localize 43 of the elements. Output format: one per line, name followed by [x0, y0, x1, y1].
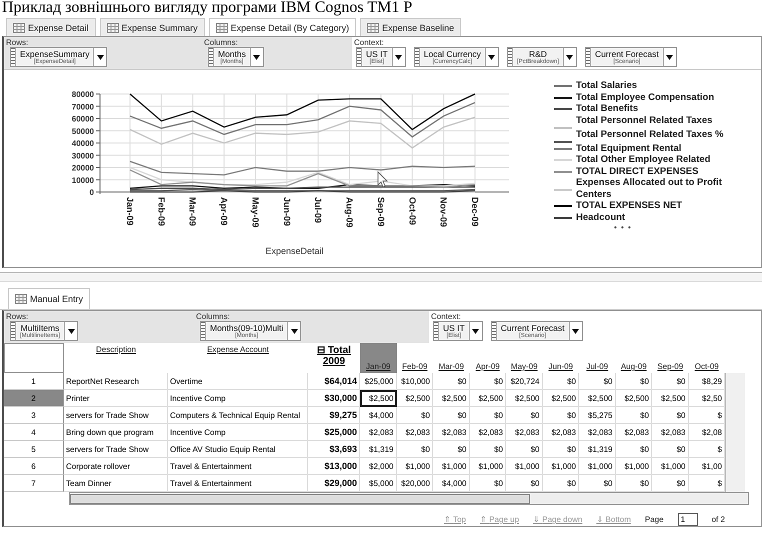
y-tick-label: 20000 — [72, 164, 94, 172]
more-indicator: • • • — [613, 223, 633, 232]
zone-label: Columns: — [204, 38, 239, 47]
y-tick-label: 80000 — [72, 90, 94, 99]
x-tick-label: Jul-09 — [313, 197, 324, 224]
x-tick-label: Mar-09 — [188, 197, 198, 226]
page-count: of 2 — [712, 515, 725, 524]
x-tick-label: May-09 — [250, 197, 260, 228]
legend-label: TOTAL DIRECT EXPENSES — [576, 166, 700, 177]
x-tick-label: Dec-09 — [470, 197, 480, 227]
zone-label: Context: — [354, 38, 385, 47]
legend-label: Total Benefits — [576, 103, 640, 114]
zone-label: Context: — [431, 312, 462, 321]
caption: Приклад зовнішнього вигляду програми IBM Cognos TM1 P — [1, 0, 414, 16]
y-tick-label: 0 — [90, 188, 94, 197]
x-tick-label: Feb-09 — [156, 197, 166, 226]
legend-label: Total Employee Compensation — [576, 92, 716, 103]
x-tick-label: Nov-09 — [438, 197, 449, 228]
x-tick-label: Apr-09 — [219, 197, 230, 226]
legend-label: TOTAL EXPENSES NET — [576, 200, 684, 212]
zone-label: Rows: — [6, 312, 30, 321]
x-tick-label: Aug-09 — [344, 197, 355, 228]
page-label: Page — [644, 515, 664, 524]
y-tick-label: 60000 — [72, 114, 94, 124]
legend-label: Total Other Employee Related — [576, 154, 712, 166]
legend-label: Total Salaries — [576, 80, 638, 92]
y-tick-label: 10000 — [72, 176, 94, 185]
legend-label: Headcount — [576, 212, 626, 223]
x-tick-label: Jan-09 — [125, 197, 135, 226]
legend-label: Total Equipment Rental — [576, 142, 682, 154]
zone-label: Rows: — [6, 38, 30, 47]
x-axis-title: ExpenseDetail — [265, 246, 324, 256]
x-tick-label: Jun-09 — [282, 197, 292, 226]
y-tick-label: 30000 — [72, 151, 94, 160]
zone-label: Columns: — [196, 312, 231, 321]
x-tick-label: Oct-09 — [407, 197, 418, 226]
y-tick-label: 40000 — [72, 139, 94, 148]
legend-label: Total Personnel Related Taxes % — [576, 128, 724, 140]
legend-label: Expenses Allocated out to Profit Centers — [576, 177, 723, 200]
legend-label: Total Personnel Related Taxes — [576, 114, 714, 126]
x-tick-label: Sep-09 — [376, 197, 386, 227]
y-tick-label: 50000 — [72, 126, 94, 136]
y-tick-label: 70000 — [72, 102, 94, 112]
